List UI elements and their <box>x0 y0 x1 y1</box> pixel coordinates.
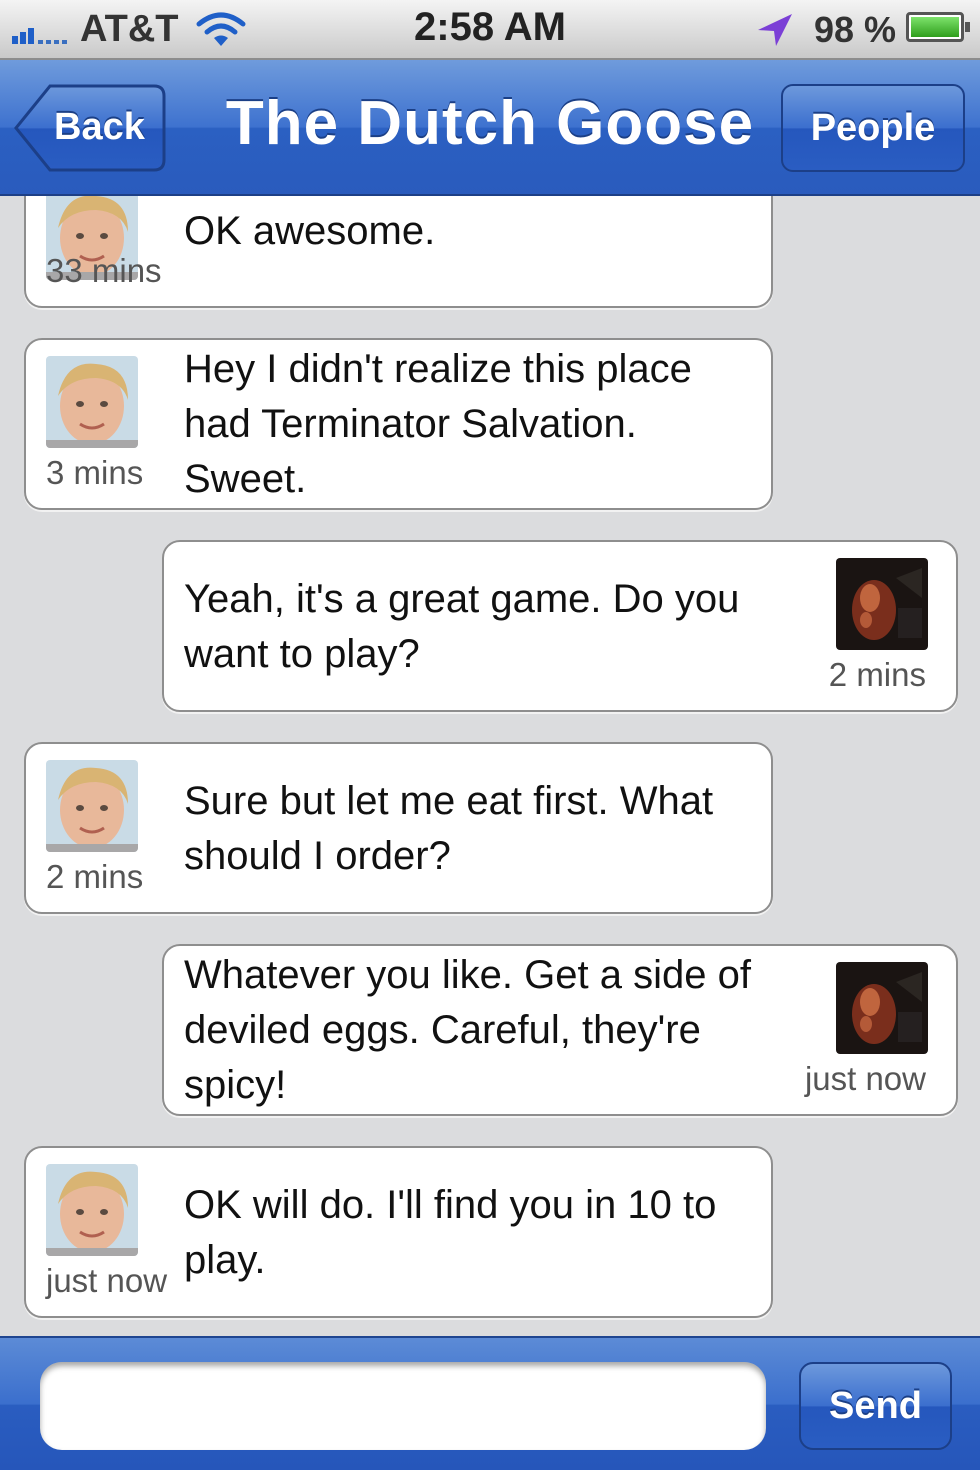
navigation-bar: Back The Dutch Goose People <box>0 60 980 196</box>
compose-bar: Send <box>0 1336 980 1470</box>
message-list[interactable]: OK awesome. 33 mins Hey I didn't realize… <box>0 196 980 1336</box>
send-button[interactable]: Send <box>799 1362 952 1450</box>
back-button[interactable]: Back <box>14 84 166 172</box>
page-title: The Dutch Goose <box>225 89 755 158</box>
people-button[interactable]: People <box>781 84 965 172</box>
man-photo-icon <box>836 962 928 1054</box>
message-time: just now <box>46 1262 168 1299</box>
message-time: 2 mins <box>46 858 144 895</box>
message-text: OK will do. I'll find you in 10 to play. <box>184 1183 717 1282</box>
message-input[interactable] <box>40 1362 766 1450</box>
avatar <box>836 558 928 650</box>
man-photo-icon <box>836 558 928 650</box>
message-time: 2 mins <box>828 656 926 693</box>
battery-icon <box>906 12 970 42</box>
woman-photo-icon <box>46 1164 138 1256</box>
message-bubble: OK awesome. 33 mins <box>24 196 773 308</box>
back-button-label: Back <box>54 106 145 148</box>
message-bubble: Sure but let me eat first. What should I… <box>24 742 773 914</box>
avatar <box>46 1164 138 1256</box>
battery-percent: 98 % <box>814 9 897 50</box>
message-text: OK awesome. <box>184 209 436 253</box>
message-bubble: OK will do. I'll find you in 10 to play.… <box>24 1146 773 1318</box>
message-time: 33 mins <box>46 252 162 289</box>
woman-photo-icon <box>46 356 138 448</box>
avatar <box>46 760 138 852</box>
avatar <box>836 962 928 1054</box>
message-bubble: Whatever you like. Get a side of deviled… <box>162 944 958 1116</box>
location-arrow-icon <box>758 14 792 46</box>
message-text: Yeah, it's a great game. Do you want to … <box>184 577 740 676</box>
message-time: 3 mins <box>46 454 144 491</box>
message-text: Hey I didn't realize this place had Term… <box>184 347 692 501</box>
message-text: Whatever you like. Get a side of deviled… <box>184 953 751 1107</box>
avatar <box>46 356 138 448</box>
message-bubble: Yeah, it's a great game. Do you want to … <box>162 540 958 712</box>
status-bar: AT&T 2:58 AM 98 % <box>0 0 980 60</box>
message-text: Sure but let me eat first. What should I… <box>184 779 714 878</box>
message-bubble: Hey I didn't realize this place had Term… <box>24 338 773 510</box>
woman-photo-icon <box>46 760 138 852</box>
message-time: just now <box>804 1060 926 1097</box>
